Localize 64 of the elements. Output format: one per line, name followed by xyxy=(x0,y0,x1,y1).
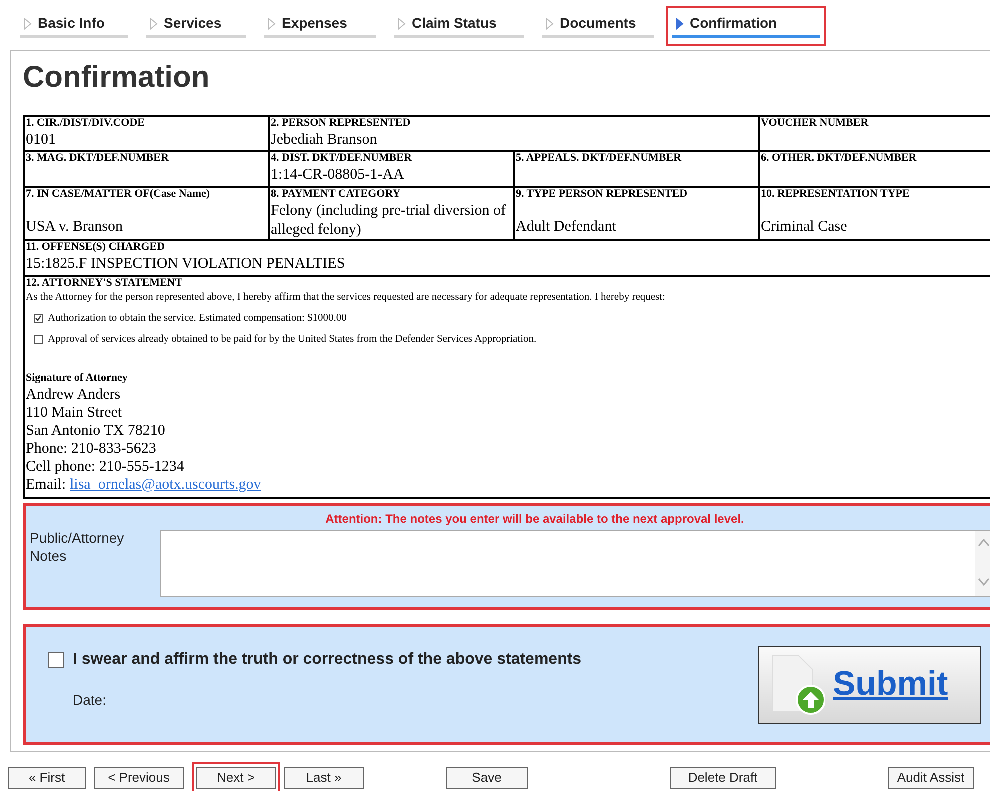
tab[interactable]: Basic Info xyxy=(20,12,128,38)
triangle-icon xyxy=(398,18,406,30)
email-label: Email: xyxy=(26,476,66,494)
field-value: Criminal Case xyxy=(761,218,848,237)
checkbox[interactable] xyxy=(34,314,43,323)
field-value: Jebediah Branson xyxy=(271,130,378,150)
nav-button[interactable]: Delete Draft xyxy=(670,766,776,789)
signature-line: Andrew Anders xyxy=(26,386,122,404)
attention-text: Attention: The notes you enter will be available to the next approval level. xyxy=(324,511,746,528)
field-label: 9. TYPE PERSON REPRESENTED xyxy=(516,188,689,202)
nav-button[interactable]: Audit Assist xyxy=(888,766,974,789)
field-value: USA v. Branson xyxy=(26,218,124,237)
field-value: 0101 xyxy=(26,130,57,150)
field-label: VOUCHER NUMBER xyxy=(761,117,870,131)
notes-field[interactable] xyxy=(160,530,990,597)
email-link[interactable]: lisa_ornelas@aotx.uscourts.gov xyxy=(70,476,262,494)
option-text: Approval of services already obtained to be paid for by the United States from the Defender Services Appropriation. xyxy=(48,333,537,346)
field-label: 5. APPEALS. DKT/DEF.NUMBER xyxy=(516,152,683,166)
signature-line: 110 Main Street xyxy=(26,404,124,422)
signature-line: San Antonio TX 78210 xyxy=(26,422,166,440)
field-value: Felony (including pre-trial diversion of alleged felony) xyxy=(271,202,507,240)
signature-line: Cell phone: 210-555-1234 xyxy=(26,458,186,476)
tab[interactable]: Services xyxy=(146,12,246,38)
field-value: Adult Defendant xyxy=(516,218,618,237)
signature-line: Phone: 210-833-5623 xyxy=(26,440,158,458)
tab[interactable]: Documents xyxy=(542,12,654,38)
triangle-icon xyxy=(546,18,554,30)
triangle-icon xyxy=(24,18,32,30)
field-value: 1:14-CR-08805-1-AA xyxy=(271,166,406,184)
tab[interactable]: Claim Status xyxy=(394,12,524,38)
nav-button[interactable]: Last » xyxy=(284,766,364,789)
tab[interactable]: Confirmation xyxy=(672,12,820,38)
triangle-icon xyxy=(676,18,684,30)
field-label: 3. MAG. DKT/DEF.NUMBER xyxy=(26,152,170,166)
date-label: Date: xyxy=(73,691,108,710)
checkbox[interactable] xyxy=(34,335,43,344)
field-label: 7. IN CASE/MATTER OF(Case Name) xyxy=(26,188,212,202)
field-label: 1. CIR./DIST/DIV.CODE xyxy=(26,117,146,131)
field-label: 10. REPRESENTATION TYPE xyxy=(761,188,911,202)
nav-button[interactable]: < Previous xyxy=(94,766,184,789)
submit-button[interactable]: Submit xyxy=(758,646,981,724)
field-label: 11. OFFENSE(S) CHARGED xyxy=(26,241,166,255)
field-label: 2. PERSON REPRESENTED xyxy=(271,117,412,131)
scrollbar-drawing xyxy=(975,531,990,596)
field-label: 8. PAYMENT CATEGORY xyxy=(271,188,402,202)
check-icon xyxy=(35,314,42,322)
field-label: 4. DIST. DKT/DEF.NUMBER xyxy=(271,152,413,166)
tab[interactable]: Expenses xyxy=(264,12,376,38)
field-value: 15:1825.F INSPECTION VIOLATION PENALTIES xyxy=(26,254,346,274)
nav-button[interactable]: Save xyxy=(446,766,528,789)
affirm-label: I swear and affirm the truth or correctness of the above statements xyxy=(73,650,582,670)
triangle-icon xyxy=(268,18,276,30)
field-label: 12. ATTORNEY'S STATEMENT xyxy=(26,277,184,291)
nav-button[interactable]: « First xyxy=(8,766,86,789)
notes-label: Public/Attorney Notes xyxy=(30,530,126,566)
option-text: Authorization to obtain the service. Estimated compensation: $1000.00 xyxy=(48,312,347,325)
statement-text: As the Attorney for the person represented above, I hereby affirm that the services requested are necessary for adequate representation. I hereby request: xyxy=(26,290,666,304)
triangle-icon xyxy=(150,18,158,30)
submit-label: Submit xyxy=(833,664,948,705)
checkbox[interactable] xyxy=(48,652,64,668)
page-title: Confirmation xyxy=(23,63,211,93)
field-label: 6. OTHER. DKT/DEF.NUMBER xyxy=(761,152,918,166)
signature-label: Signature of Attorney xyxy=(26,372,129,386)
nav-button[interactable]: Next > xyxy=(196,766,276,789)
